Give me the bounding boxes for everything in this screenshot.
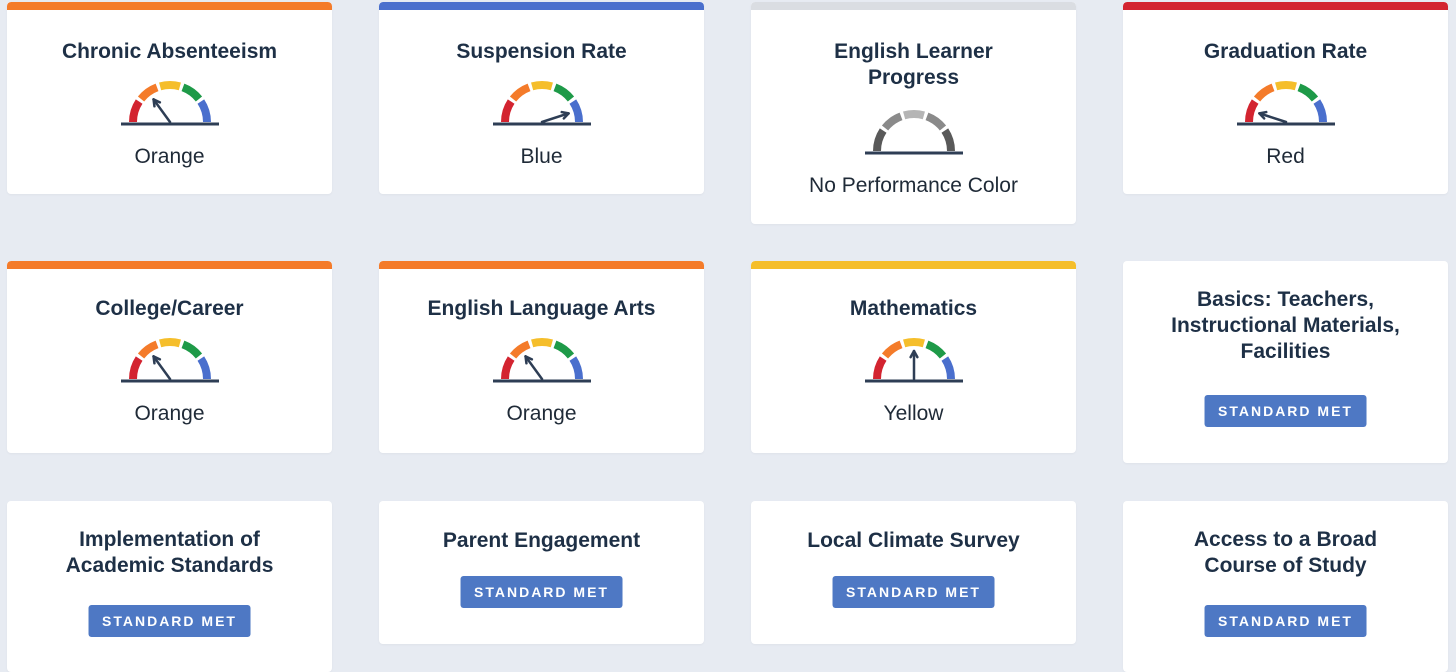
indicator-title: Local Climate Survey bbox=[807, 529, 1020, 552]
indicator-title: Suspension Rate bbox=[456, 40, 627, 63]
indicator-card-implementation-of-academic-standards[interactable]: Implementation of Academic Standards STA… bbox=[7, 501, 332, 672]
standard-met-badge: STANDARD MET bbox=[88, 605, 251, 637]
performance-gauge-icon bbox=[120, 338, 219, 383]
performance-color-bar bbox=[379, 2, 704, 10]
gauge-segment bbox=[1312, 99, 1327, 123]
gauge-segment bbox=[881, 112, 903, 131]
gauge-segment bbox=[872, 128, 887, 152]
performance-gauge-icon bbox=[120, 81, 219, 126]
performance-gauge-icon bbox=[492, 81, 591, 126]
gauge-segment bbox=[137, 83, 159, 102]
performance-status: Orange bbox=[506, 402, 577, 425]
indicator-title: English Language Arts bbox=[427, 297, 656, 320]
indicator-card-college-career[interactable]: College/Career Orange bbox=[7, 261, 332, 453]
performance-status: Yellow bbox=[883, 402, 944, 425]
gauge-segment bbox=[500, 356, 515, 380]
indicator-title: Parent Engagement bbox=[442, 529, 641, 552]
gauge-segment bbox=[872, 356, 887, 380]
gauge-segment bbox=[128, 356, 143, 380]
performance-status: No Performance Color bbox=[809, 174, 1018, 197]
performance-status: Orange bbox=[134, 402, 205, 425]
standard-met-badge: STANDARD MET bbox=[832, 576, 995, 608]
indicator-card-local-climate-survey[interactable]: Local Climate Survey STANDARD MET bbox=[751, 501, 1076, 644]
indicator-card-suspension-rate[interactable]: Suspension Rate Blue bbox=[379, 2, 704, 194]
indicator-title: Chronic Absenteeism bbox=[61, 40, 278, 63]
performance-gauge-icon bbox=[864, 110, 963, 155]
indicator-card-graduation-rate[interactable]: Graduation Rate Red bbox=[1123, 2, 1448, 194]
performance-gauge-icon bbox=[492, 338, 591, 383]
indicator-card-mathematics[interactable]: Mathematics Yellow bbox=[751, 261, 1076, 453]
gauge-segment bbox=[509, 340, 531, 359]
indicator-card-english-learner-progress[interactable]: English Learner Progress No Performance … bbox=[751, 2, 1076, 224]
gauge-needle bbox=[908, 349, 919, 381]
gauge-segment bbox=[881, 340, 903, 359]
gauge-segment bbox=[180, 340, 202, 359]
gauge-segment bbox=[552, 340, 574, 359]
gauge-segment bbox=[940, 356, 955, 380]
gauge-needle bbox=[540, 110, 570, 124]
gauge-segment bbox=[902, 110, 925, 120]
performance-color-bar bbox=[7, 261, 332, 269]
gauge-segment bbox=[552, 83, 574, 102]
performance-gauge-icon bbox=[1236, 81, 1335, 126]
gauge-segment bbox=[1296, 83, 1318, 102]
gauge-segment bbox=[500, 99, 515, 123]
standard-met-badge: STANDARD MET bbox=[1204, 605, 1367, 637]
performance-color-bar bbox=[7, 2, 332, 10]
performance-status: Orange bbox=[134, 145, 205, 168]
gauge-segment bbox=[196, 356, 211, 380]
gauge-segment bbox=[1274, 81, 1297, 91]
gauge-segment bbox=[924, 112, 946, 131]
performance-color-bar bbox=[1123, 2, 1448, 10]
performance-gauge-icon bbox=[864, 338, 963, 383]
gauge-segment bbox=[1244, 99, 1259, 123]
gauge-segment bbox=[180, 83, 202, 102]
gauge-segment bbox=[137, 340, 159, 359]
indicator-title: Access to a Broad Course of Study bbox=[1193, 528, 1378, 577]
performance-color-bar bbox=[751, 261, 1076, 269]
performance-color-bar bbox=[751, 2, 1076, 10]
gauge-segment bbox=[196, 99, 211, 123]
indicator-title: Mathematics bbox=[849, 297, 978, 320]
gauge-segment bbox=[568, 356, 583, 380]
indicator-title: Basics: Teachers, Instructional Material… bbox=[1171, 288, 1400, 363]
gauge-segment bbox=[902, 338, 925, 348]
standard-met-badge: STANDARD MET bbox=[460, 576, 623, 608]
gauge-segment bbox=[128, 99, 143, 123]
gauge-segment bbox=[940, 128, 955, 152]
gauge-needle bbox=[151, 355, 171, 381]
gauge-needle bbox=[151, 98, 171, 124]
performance-status: Red bbox=[1266, 145, 1305, 168]
gauge-segment bbox=[1253, 83, 1275, 102]
gauge-segment bbox=[158, 338, 181, 348]
gauge-segment bbox=[924, 340, 946, 359]
gauge-segment bbox=[509, 83, 531, 102]
indicator-card-english-language-arts[interactable]: English Language Arts Orange bbox=[379, 261, 704, 453]
indicator-title: Graduation Rate bbox=[1203, 40, 1368, 63]
gauge-needle bbox=[523, 355, 543, 381]
gauge-segment bbox=[530, 81, 553, 91]
indicator-card-access-to-broad-course[interactable]: Access to a Broad Course of Study STANDA… bbox=[1123, 501, 1448, 672]
gauge-segment bbox=[158, 81, 181, 91]
gauge-segment bbox=[568, 99, 583, 123]
performance-status: Blue bbox=[520, 145, 563, 168]
standard-met-badge: STANDARD MET bbox=[1204, 395, 1367, 427]
indicator-card-basics[interactable]: Basics: Teachers, Instructional Material… bbox=[1123, 261, 1448, 463]
indicator-title: Implementation of Academic Standards bbox=[65, 528, 274, 577]
gauge-needle bbox=[1257, 110, 1287, 124]
indicator-title: English Learner Progress bbox=[834, 40, 993, 89]
indicator-card-chronic-absenteeism[interactable]: Chronic Absenteeism Orange bbox=[7, 2, 332, 194]
indicator-title: College/Career bbox=[95, 297, 244, 320]
performance-color-bar bbox=[379, 261, 704, 269]
gauge-segment bbox=[530, 338, 553, 348]
indicator-card-parent-engagement[interactable]: Parent Engagement STANDARD MET bbox=[379, 501, 704, 644]
